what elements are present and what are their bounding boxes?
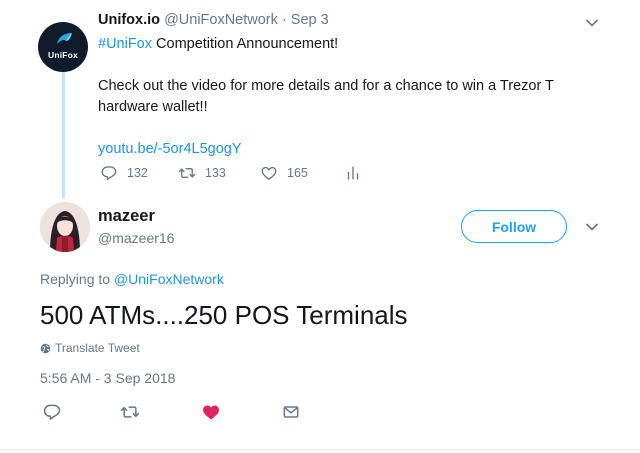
separator-dot: · xyxy=(281,12,287,28)
tweet-timestamp[interactable]: 5:56 AM - 3 Sep 2018 xyxy=(40,370,175,386)
like-button[interactable]: 165 xyxy=(260,164,308,182)
anime-avatar-image xyxy=(40,202,90,252)
retweet-icon xyxy=(178,167,196,179)
retweet-icon xyxy=(120,406,140,418)
follow-button[interactable]: Follow xyxy=(461,210,567,243)
mention-link[interactable]: @UniFoxNetwork xyxy=(114,271,224,287)
tweet-text-line1: Competition Announcement! xyxy=(152,36,339,52)
tweet-actions xyxy=(40,402,340,424)
divider xyxy=(0,449,640,450)
fox-logo-icon xyxy=(57,33,72,44)
reply-count: 132 xyxy=(127,166,148,180)
tweet-date[interactable]: Sep 3 xyxy=(291,12,329,28)
replying-prefix: Replying to xyxy=(40,271,111,287)
analytics-icon xyxy=(347,166,359,180)
like-button[interactable] xyxy=(201,402,221,422)
translate-tweet-link[interactable]: Translate Tweet xyxy=(40,341,140,355)
author-handle[interactable]: @UniFoxNetwork xyxy=(164,12,278,28)
heart-filled-icon xyxy=(203,405,219,420)
reply-icon xyxy=(101,166,117,181)
retweet-button[interactable]: 133 xyxy=(178,164,226,182)
tweet-header: Unifox.io @UniFoxNetwork · Sep 3 xyxy=(98,12,329,28)
tweet-menu-caret[interactable] xyxy=(585,220,599,234)
avatar[interactable]: UniFox xyxy=(38,22,88,72)
tweet-text: #UniFox Competition Announcement! Check … xyxy=(98,34,618,160)
hashtag-link[interactable]: #UniFox xyxy=(98,36,152,52)
author-handle[interactable]: @mazeer16 xyxy=(98,230,174,246)
chevron-down-icon xyxy=(586,223,598,231)
reply-icon xyxy=(43,404,61,420)
direct-message-button[interactable] xyxy=(281,402,301,422)
like-count: 165 xyxy=(287,166,308,180)
tweet-text: 500 ATMs....250 POS Terminals xyxy=(40,300,408,330)
tweet-text-line2: Check out the video for more details and… xyxy=(98,78,554,115)
author-name[interactable]: Unifox.io xyxy=(98,12,160,28)
author-name[interactable]: mazeer xyxy=(98,207,155,226)
retweet-button[interactable] xyxy=(120,402,140,422)
heart-icon xyxy=(261,166,277,180)
replying-to: Replying to @UniFoxNetwork xyxy=(40,271,224,287)
video-link[interactable]: youtu.be/-5or4L5gogY xyxy=(98,141,242,157)
reply-button[interactable] xyxy=(42,402,62,422)
avatar[interactable] xyxy=(40,202,90,252)
thread-connector-line xyxy=(62,72,65,198)
tweet-menu-caret[interactable] xyxy=(585,16,599,30)
analytics-button[interactable] xyxy=(344,164,371,182)
retweet-count: 133 xyxy=(205,166,226,180)
translate-label: Translate Tweet xyxy=(55,341,140,355)
globe-icon xyxy=(40,343,51,353)
reply-button[interactable]: 132 xyxy=(100,164,148,182)
avatar-logo-text: UniFox xyxy=(47,50,78,60)
envelope-icon xyxy=(283,406,299,418)
chevron-down-icon xyxy=(586,19,598,27)
